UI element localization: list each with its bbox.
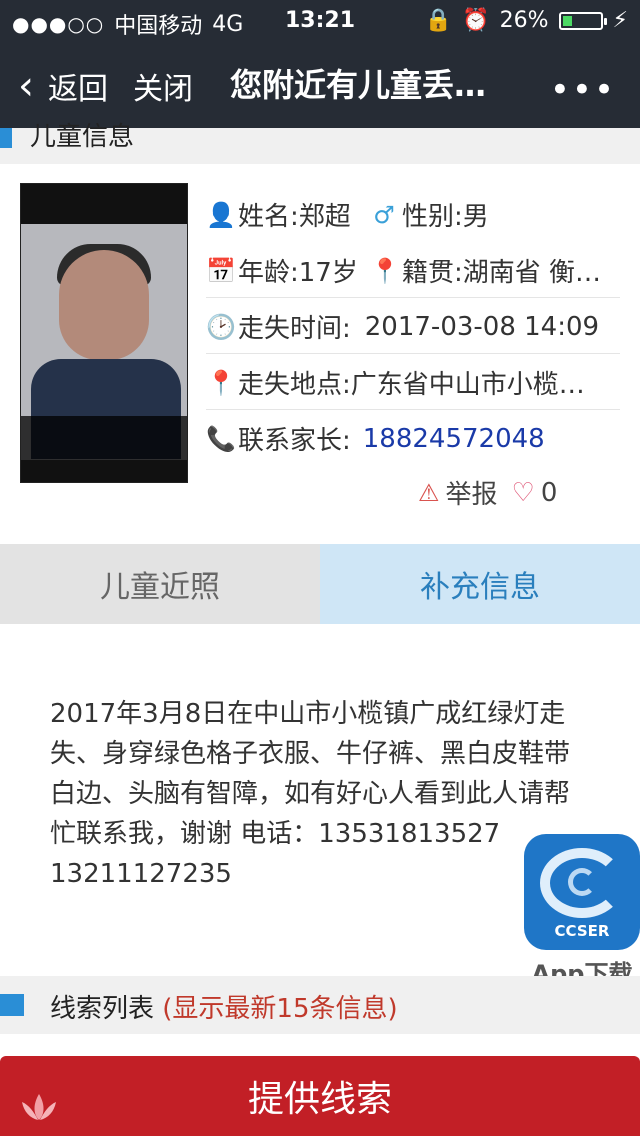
tab-recent-photos[interactable]: 儿童近照 — [0, 544, 320, 624]
lotus-logo-icon — [22, 1094, 56, 1120]
child-photo[interactable] — [20, 183, 188, 483]
status-bar: ●●●○○ 中国移动 4G 13:21 🔒 ⏰ 26% ⚡ — [0, 0, 640, 40]
alarm-icon: ⏰ — [462, 8, 490, 33]
app-badge-label: CCSER — [554, 922, 610, 940]
location-pin-icon: 📍 — [206, 368, 236, 397]
male-icon: ♂ — [373, 200, 395, 229]
rotation-lock-icon: 🔒 — [424, 8, 453, 33]
back-button[interactable]: ‹ 返回 — [18, 64, 108, 108]
calendar-icon: 📅 — [206, 256, 236, 285]
more-menu-button[interactable]: ••• — [550, 70, 616, 110]
report-area: ⚠ 举报 ♡ 0 — [418, 474, 557, 511]
clue-list-subtitle: (显示最新15条信息) — [162, 994, 398, 1024]
section-marker — [0, 994, 24, 1016]
contact-cell: 📞 联系家长: 18824572048 — [206, 420, 545, 457]
clock-icon: 🕑 — [206, 312, 236, 341]
lost-place-cell: 📍 走失地点:广东省中山市小榄… — [206, 364, 585, 401]
clue-list-title: 线索列表 (显示最新15条信息) — [50, 988, 398, 1025]
close-button[interactable]: 关闭 — [133, 64, 193, 108]
child-age: 年龄:17岁 — [238, 258, 358, 288]
photo-face — [59, 250, 149, 360]
lost-time-cell: 🕑 走失时间: 2017-03-08 14:09 — [206, 308, 599, 345]
section-marker — [0, 128, 12, 148]
age-cell: 📅 年龄:17岁 — [206, 252, 358, 289]
info-row-lost-place: 📍 走失地点:广东省中山市小榄… — [206, 354, 620, 410]
fingerprint-core — [568, 868, 596, 896]
contact-phone-link[interactable]: 18824572048 — [363, 424, 545, 454]
contact-label: 联系家长: — [238, 426, 351, 456]
origin-cell: 📍 籍贯:湖南省 衡… — [370, 252, 601, 289]
section-title: 儿童信息 — [30, 122, 135, 152]
section-header-child-info: 儿童信息 — [0, 122, 640, 164]
clue-list-title-text: 线索列表 — [50, 994, 155, 1024]
photo-caption — [21, 416, 187, 462]
lost-time-label: 走失时间: — [238, 314, 351, 344]
report-button[interactable]: 举报 — [446, 474, 498, 511]
heart-icon[interactable]: ♡ — [512, 478, 535, 508]
provide-clue-button[interactable]: 提供线索 — [0, 1056, 640, 1136]
location-pin-icon: 📍 — [370, 256, 400, 285]
chevron-left-icon: ‹ — [18, 63, 34, 109]
description-text: 2017年3月8日在中山市小榄镇广成红绿灯走失、身穿绿色格子衣服、牛仔裤、黑白皮… — [50, 699, 571, 889]
info-row-lost-time: 🕑 走失时间: 2017-03-08 14:09 — [206, 298, 620, 354]
info-row-name: 👤 姓名:郑超 ♂ 性别:男 — [206, 186, 620, 242]
info-row-age: 📅 年龄:17岁 📍 籍贯:湖南省 衡… — [206, 242, 620, 298]
tab-extra-info[interactable]: 补充信息 — [320, 544, 640, 624]
person-icon: 👤 — [206, 200, 236, 229]
child-gender: 性别:男 — [402, 202, 489, 232]
battery-percent: 26% — [499, 8, 549, 33]
battery-icon — [558, 11, 607, 30]
lost-place: 走失地点:广东省中山市小榄… — [238, 370, 585, 400]
phone-icon: 📞 — [206, 424, 236, 453]
top-bar: ●●●○○ 中国移动 4G 13:21 🔒 ⏰ 26% ⚡ ‹ 返回 关闭 您附… — [0, 0, 640, 128]
battery-fill — [562, 15, 572, 26]
photo-topbar — [21, 184, 187, 224]
warning-icon[interactable]: ⚠ — [418, 479, 440, 507]
nav-bar: ‹ 返回 关闭 您附近有儿童丢… ••• — [0, 40, 640, 128]
app-download-badge[interactable]: CCSER — [524, 834, 640, 950]
tab-bar: 儿童近照 补充信息 — [0, 544, 640, 624]
child-origin: 籍贯:湖南省 衡… — [402, 258, 602, 288]
photo-bottombar — [21, 460, 187, 482]
like-count: 0 — [540, 477, 558, 508]
clue-list-header: 线索列表 (显示最新15条信息) — [0, 976, 640, 1034]
charging-icon: ⚡ — [612, 8, 628, 33]
lost-time-value: 2017-03-08 14:09 — [364, 311, 600, 342]
back-label: 返回 — [48, 72, 108, 107]
page-title: 您附近有儿童丢… — [230, 66, 487, 104]
gender-cell: ♂ 性别:男 — [370, 196, 489, 233]
name-cell: 👤 姓名:郑超 — [206, 196, 351, 233]
status-right: 🔒 ⏰ 26% ⚡ — [425, 8, 628, 33]
info-row-contact: 📞 联系家长: 18824572048 — [206, 410, 620, 466]
child-name: 姓名:郑超 — [238, 202, 351, 232]
